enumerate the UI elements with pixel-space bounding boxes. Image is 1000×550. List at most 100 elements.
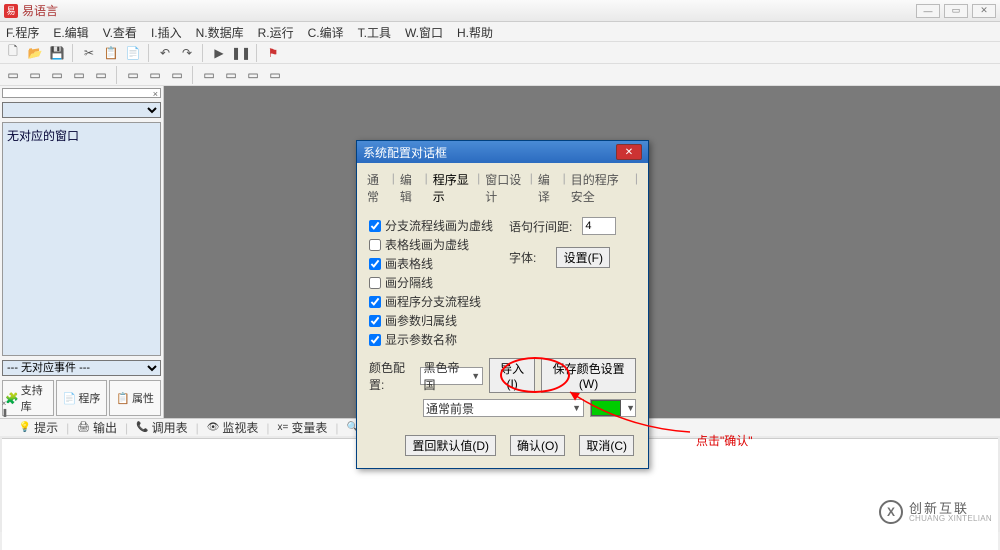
minimize-button[interactable]: — — [916, 4, 940, 18]
close-button[interactable]: ✕ — [972, 4, 996, 18]
menubar: F.程序 E.编辑 V.查看 I.插入 N.数据库 R.运行 C.编译 T.工具… — [0, 22, 1000, 42]
var-icon: x= — [278, 422, 289, 433]
dlg-tab-window[interactable]: 窗口设计 — [483, 169, 526, 207]
watermark: X 创新互联 CHUANG XINTELIAN — [879, 500, 992, 524]
color-item-select[interactable]: 通常前景▼ — [423, 399, 584, 417]
line-spacing-input[interactable] — [582, 217, 616, 235]
tb-box6-icon[interactable]: ▭ — [124, 66, 142, 84]
import-button[interactable]: 导入(I) — [489, 358, 535, 393]
tb-undo-icon[interactable]: ↶ — [156, 44, 174, 62]
events-combo[interactable]: --- 无对应事件 --- — [2, 360, 161, 376]
cancel-button[interactable]: 取消(C) — [579, 435, 634, 456]
menu-insert[interactable]: I.插入 — [151, 24, 182, 39]
chk-branch-dashed[interactable]: 分支流程线画为虚线 — [369, 217, 509, 234]
menu-compile[interactable]: C.编译 — [308, 24, 344, 39]
tb-box1-icon[interactable]: ▭ — [4, 66, 22, 84]
menu-help[interactable]: H.帮助 — [457, 24, 493, 39]
tab-watch[interactable]: 👁监视表 — [207, 419, 259, 436]
tb-box4-icon[interactable]: ▭ — [70, 66, 88, 84]
call-icon: 📞 — [136, 422, 148, 433]
watermark-url: CHUANG XINTELIAN — [909, 515, 992, 523]
tb-new-icon[interactable]: 🗋 — [4, 44, 22, 62]
menu-run[interactable]: R.运行 — [258, 24, 294, 39]
menu-edit[interactable]: E.编辑 — [53, 24, 88, 39]
sidebar-tree[interactable]: 无对应的窗口 — [2, 122, 161, 356]
font-label: 字体: — [509, 249, 536, 266]
tb-pause-icon[interactable]: ❚❚ — [232, 44, 250, 62]
watermark-name: 创新互联 — [909, 502, 992, 515]
page-icon: 📄 — [63, 392, 77, 405]
tb-box10-icon[interactable]: ▭ — [222, 66, 240, 84]
tb-box12-icon[interactable]: ▭ — [266, 66, 284, 84]
bulb-icon: 💡 — [19, 422, 31, 433]
settings-dialog: 系统配置对话框 ✕ 通常| 编辑| 程序显示| 窗口设计| 编译| 目的程序安全… — [356, 140, 649, 469]
sidebar-combo[interactable] — [2, 102, 161, 118]
tb-cut-icon[interactable]: ✂ — [80, 44, 98, 62]
tb-box9-icon[interactable]: ▭ — [200, 66, 218, 84]
reset-defaults-button[interactable]: 置回默认值(D) — [405, 435, 496, 456]
watermark-logo: X — [879, 500, 903, 524]
chevron-down-icon: ▼ — [626, 403, 635, 413]
tb-copy-icon[interactable]: 📋 — [102, 44, 120, 62]
dialog-title: 系统配置对话框 — [363, 144, 447, 161]
dialog-close-button[interactable]: ✕ — [616, 144, 642, 160]
font-set-button[interactable]: 设置(F) — [556, 247, 610, 268]
tb-box3-icon[interactable]: ▭ — [48, 66, 66, 84]
annotation-text: 点击"确认" — [696, 432, 753, 449]
sidebar-tab-program[interactable]: 📄程序 — [56, 380, 108, 416]
ok-button[interactable]: 确认(O) — [510, 435, 565, 456]
eye-icon: 👁 — [207, 422, 220, 433]
menu-window[interactable]: W.窗口 — [405, 24, 443, 39]
color-scheme-label: 颜色配置: — [369, 359, 414, 393]
dlg-tab-display[interactable]: 程序显示 — [431, 169, 474, 207]
sidebar-tab-properties[interactable]: 📋属性 — [109, 380, 161, 416]
tb-box11-icon[interactable]: ▭ — [244, 66, 262, 84]
tb-run-icon[interactable]: ▶ — [210, 44, 228, 62]
line-spacing-label: 语句行间距: — [509, 218, 572, 235]
tb-paste-icon[interactable]: 📄 — [124, 44, 142, 62]
tb-open-icon[interactable]: 📂 — [26, 44, 44, 62]
save-color-button[interactable]: 保存颜色设置(W) — [541, 358, 636, 393]
chevron-down-icon: ▼ — [471, 371, 480, 381]
menu-view[interactable]: V.查看 — [103, 24, 137, 39]
list-icon: 📋 — [116, 392, 130, 405]
output-close-icon[interactable]: ×❚ — [0, 399, 10, 417]
sidebar-panel-header: × — [2, 88, 161, 98]
color-swatch — [591, 400, 621, 416]
maximize-button[interactable]: ▭ — [944, 4, 968, 18]
tb-redo-icon[interactable]: ↷ — [178, 44, 196, 62]
tb-box8-icon[interactable]: ▭ — [168, 66, 186, 84]
menu-database[interactable]: N.数据库 — [196, 24, 244, 39]
chk-draw-table[interactable]: 画表格线 — [369, 255, 509, 272]
chk-draw-flow[interactable]: 画程序分支流程线 — [369, 293, 509, 310]
dlg-tab-general[interactable]: 通常 — [365, 169, 389, 207]
toolbar-1: 🗋 📂 💾 ✂ 📋 📄 ↶ ↷ ▶ ❚❚ ⚑ — [0, 42, 1000, 64]
chk-table-dashed[interactable]: 表格线画为虚线 — [369, 236, 509, 253]
window-title: 易语言 — [22, 2, 58, 19]
chevron-down-icon: ▼ — [572, 403, 581, 413]
tree-item[interactable]: 无对应的窗口 — [7, 127, 156, 144]
dlg-tab-edit[interactable]: 编辑 — [398, 169, 422, 207]
app-icon: 易 — [4, 4, 18, 18]
tb-flag-icon[interactable]: ⚑ — [264, 44, 282, 62]
tab-output[interactable]: 🖨输出 — [77, 419, 117, 436]
sidebar-close-icon[interactable]: × — [153, 89, 158, 97]
chk-draw-param-line[interactable]: 画参数归属线 — [369, 312, 509, 329]
dlg-tab-security[interactable]: 目的程序安全 — [569, 169, 632, 207]
color-picker[interactable]: ▼ — [590, 399, 636, 417]
color-scheme-select[interactable]: 黑色帝国▼ — [420, 367, 483, 385]
chk-show-param-name[interactable]: 显示参数名称 — [369, 331, 509, 348]
tb-box2-icon[interactable]: ▭ — [26, 66, 44, 84]
dlg-tab-compile[interactable]: 编译 — [536, 169, 560, 207]
tb-box5-icon[interactable]: ▭ — [92, 66, 110, 84]
tab-hints[interactable]: 💡提示 — [19, 419, 58, 436]
print-icon: 🖨 — [77, 422, 90, 433]
menu-tools[interactable]: T.工具 — [358, 24, 391, 39]
tab-variables[interactable]: x=变量表 — [278, 419, 328, 436]
tb-box7-icon[interactable]: ▭ — [146, 66, 164, 84]
menu-program[interactable]: F.程序 — [6, 24, 39, 39]
tb-save-icon[interactable]: 💾 — [48, 44, 66, 62]
chk-draw-separator[interactable]: 画分隔线 — [369, 274, 509, 291]
tab-callstack[interactable]: 📞调用表 — [136, 419, 187, 436]
toolbar-2: ▭ ▭ ▭ ▭ ▭ ▭ ▭ ▭ ▭ ▭ ▭ ▭ — [0, 64, 1000, 86]
